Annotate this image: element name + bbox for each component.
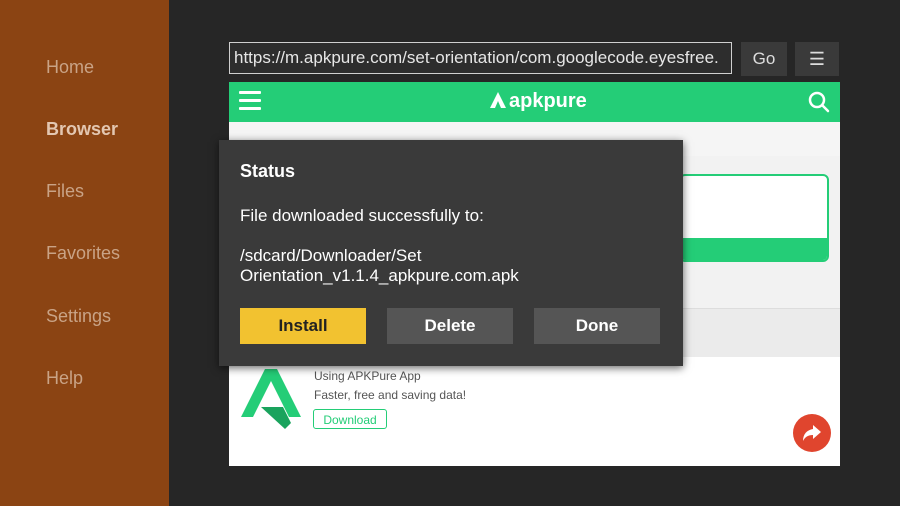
dialog-title: Status bbox=[240, 161, 296, 181]
download-path-line2: Orientation_v1.1.4_apkpure.com.apk bbox=[240, 266, 519, 285]
apkpure-logo-text: apkpure bbox=[509, 90, 587, 112]
promo-subtitle: Faster, free and saving data! bbox=[314, 388, 467, 402]
browser-menu-button[interactable]: ☰ bbox=[795, 42, 839, 76]
apkpure-app-promo: Using APKPure App Faster, free and savin… bbox=[229, 357, 840, 466]
install-button[interactable]: Install bbox=[240, 308, 366, 344]
apkpure-logo[interactable]: apkpure bbox=[489, 90, 587, 113]
sidebar-item-settings[interactable]: Settings bbox=[46, 306, 111, 327]
sidebar-item-files[interactable]: Files bbox=[46, 181, 84, 202]
apkpure-app-logo-icon bbox=[241, 369, 301, 429]
sidebar: Home Browser Files Favorites Settings He… bbox=[0, 0, 169, 506]
sidebar-item-favorites[interactable]: Favorites bbox=[46, 243, 120, 264]
download-card[interactable] bbox=[679, 174, 829, 262]
dialog-message: File downloaded successfully to: bbox=[240, 206, 484, 225]
promo-download-button[interactable]: Download bbox=[313, 409, 387, 429]
sidebar-item-home[interactable]: Home bbox=[46, 57, 94, 78]
share-arrow-icon bbox=[803, 425, 821, 441]
sidebar-item-browser[interactable]: Browser bbox=[46, 119, 118, 140]
share-button[interactable] bbox=[793, 414, 831, 452]
hamburger-icon: ☰ bbox=[808, 49, 826, 69]
site-menu-icon[interactable] bbox=[239, 91, 261, 111]
download-path-line1: /sdcard/Downloader/Set bbox=[240, 246, 422, 265]
search-icon[interactable] bbox=[808, 91, 830, 113]
apkpure-header: apkpure bbox=[229, 82, 840, 122]
done-button[interactable]: Done bbox=[534, 308, 660, 344]
url-input[interactable]: https://m.apkpure.com/set-orientation/co… bbox=[229, 42, 732, 74]
apkpure-logo-mark-icon bbox=[490, 92, 506, 108]
promo-title: Using APKPure App bbox=[314, 369, 421, 383]
sidebar-item-help[interactable]: Help bbox=[46, 368, 83, 389]
go-button[interactable]: Go bbox=[741, 42, 787, 76]
card-action-bar[interactable] bbox=[681, 238, 827, 260]
status-dialog: Status File downloaded successfully to: … bbox=[219, 140, 683, 366]
delete-button[interactable]: Delete bbox=[387, 308, 513, 344]
